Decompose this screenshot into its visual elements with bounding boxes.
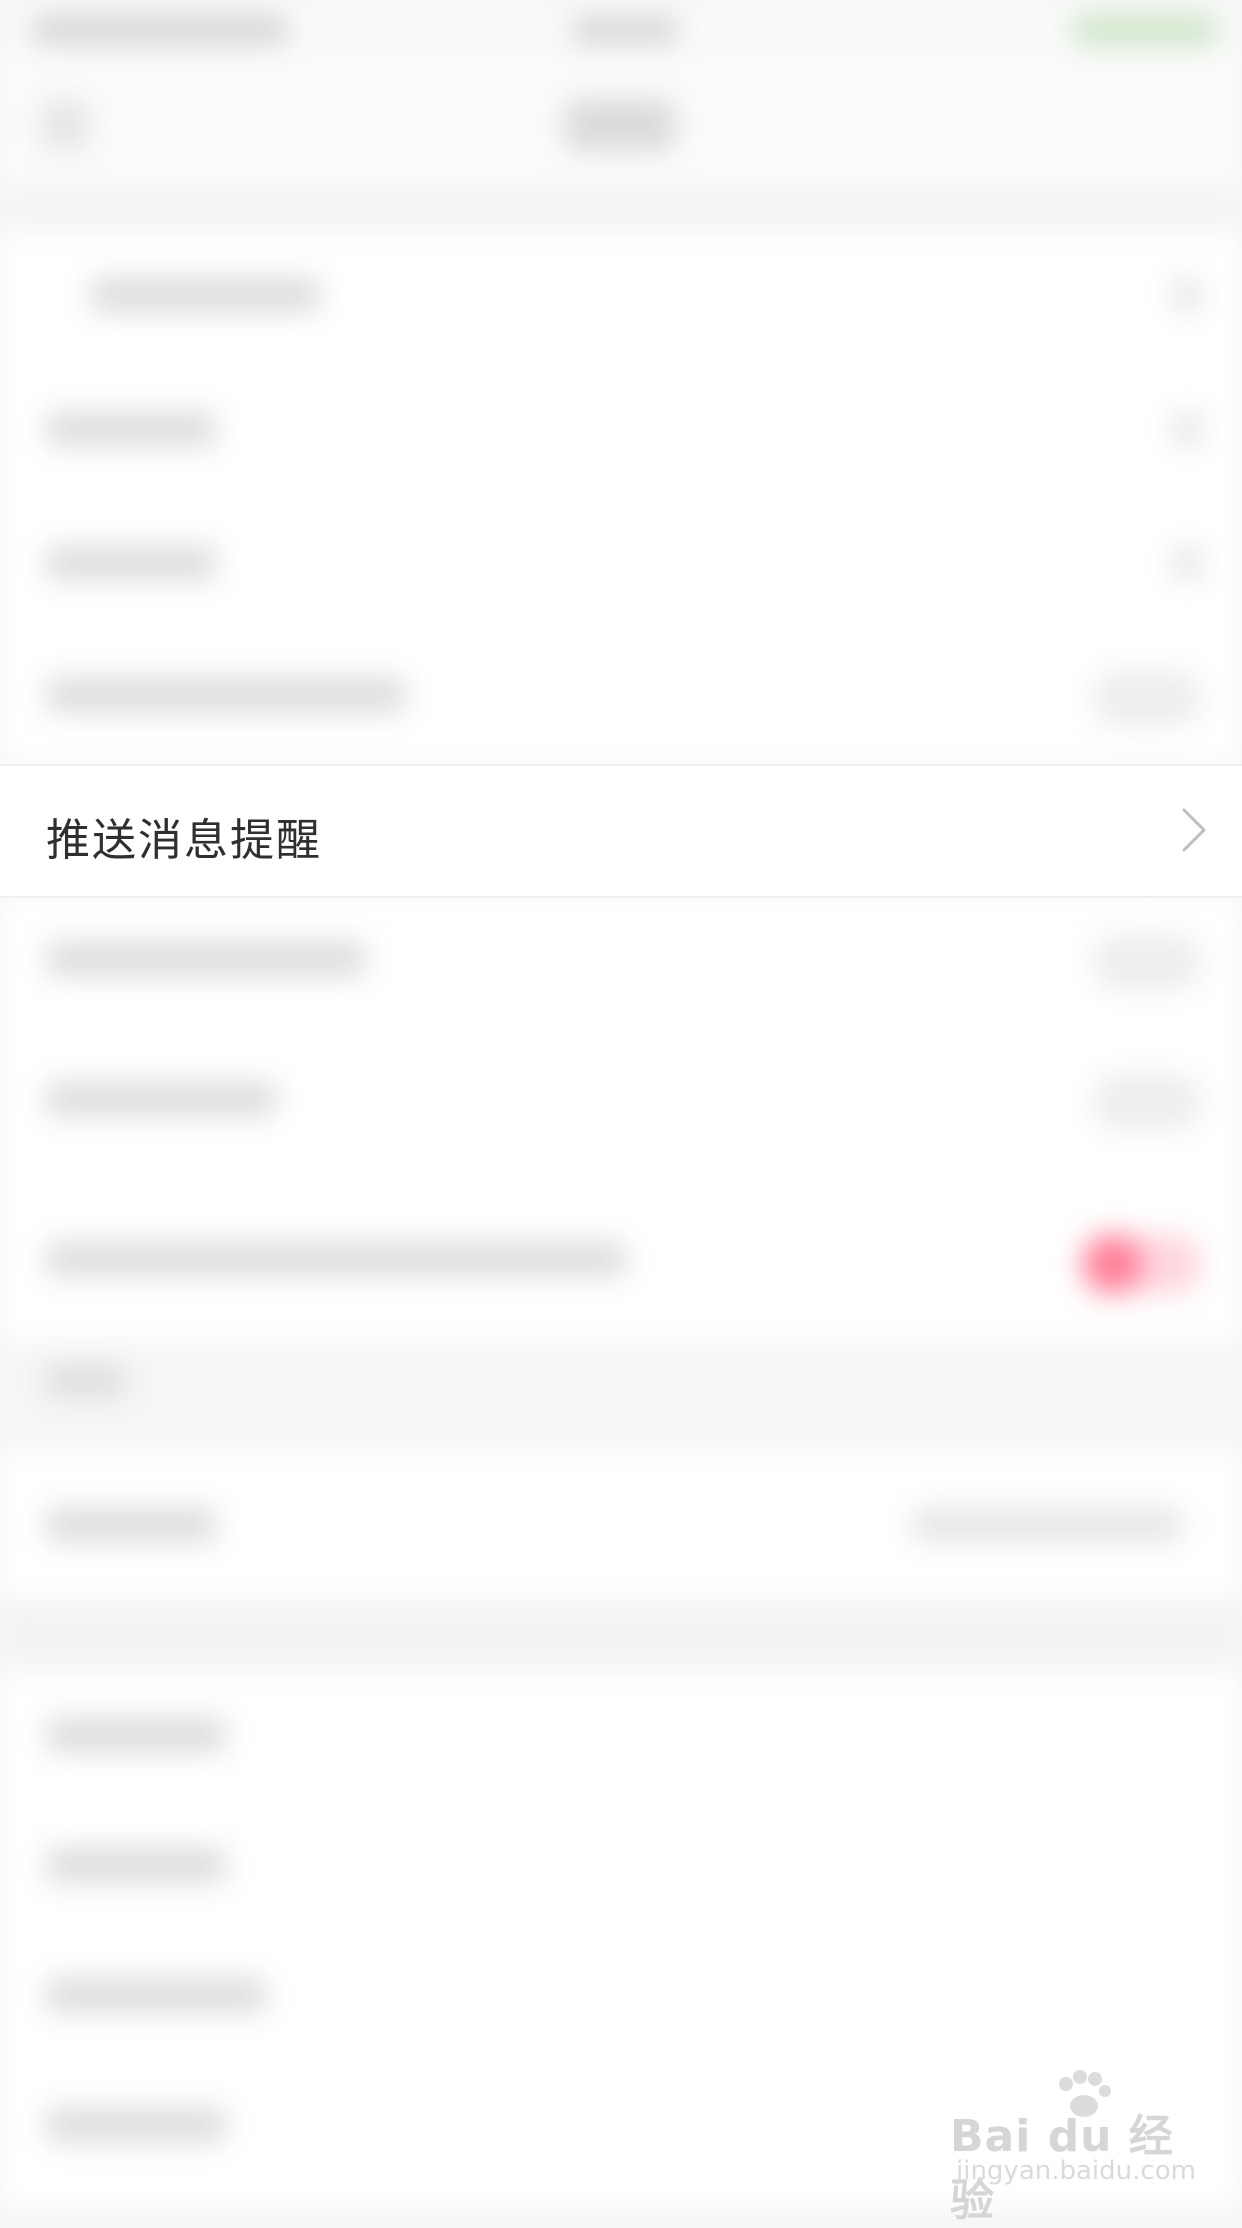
toggle-switch[interactable] — [1092, 670, 1202, 726]
row-label — [46, 2108, 226, 2142]
toggle-switch[interactable] — [1092, 934, 1202, 990]
settings-row[interactable] — [0, 230, 1242, 360]
status-left-info — [30, 16, 290, 44]
row-label — [46, 1508, 216, 1542]
row-value — [912, 1508, 1182, 1542]
settings-row[interactable] — [0, 1194, 1242, 1324]
settings-group-1 — [0, 230, 1242, 764]
chevron-right-icon — [1182, 808, 1206, 852]
watermark: Bai du 经验 jingyan.baidu.com — [950, 2070, 1210, 2226]
toggle-knob — [1082, 1234, 1142, 1294]
status-time — [570, 16, 680, 44]
row-label — [90, 278, 320, 312]
battery-icon — [1070, 14, 1220, 46]
settings-row[interactable] — [0, 1930, 1242, 2060]
section-gap — [0, 190, 1242, 230]
row-label — [46, 1848, 226, 1882]
section-caption — [46, 1366, 126, 1396]
settings-row[interactable] — [0, 364, 1242, 494]
chevron-right-icon — [1172, 278, 1202, 312]
row-label — [46, 546, 216, 580]
push-reminder-row[interactable]: 推送消息提醒 — [0, 764, 1242, 898]
page-title — [565, 100, 675, 150]
toggle-switch-on[interactable] — [1082, 1234, 1202, 1294]
chevron-right-icon — [1172, 412, 1202, 446]
settings-row[interactable] — [0, 1034, 1242, 1164]
watermark-url: jingyan.baidu.com — [956, 2156, 1196, 2186]
blurred-background — [0, 0, 1242, 2208]
settings-row[interactable] — [0, 894, 1242, 1024]
row-label — [46, 1978, 266, 2012]
navigation-bar — [0, 60, 1242, 191]
settings-row[interactable] — [0, 1670, 1242, 1800]
row-label — [46, 1242, 626, 1276]
row-label — [46, 1718, 226, 1752]
status-bar — [0, 0, 1242, 60]
section-gap — [0, 1600, 1242, 1670]
settings-row[interactable] — [0, 498, 1242, 628]
chevron-right-icon — [1172, 546, 1202, 580]
settings-group-3 — [0, 1450, 1242, 1600]
back-button[interactable] — [40, 100, 90, 150]
settings-row[interactable] — [0, 1800, 1242, 1930]
row-label — [46, 412, 216, 446]
toggle-switch[interactable] — [1092, 1074, 1202, 1130]
row-label — [46, 678, 406, 712]
push-reminder-label: 推送消息提醒 — [46, 815, 322, 866]
settings-row[interactable] — [0, 1460, 1242, 1590]
settings-row[interactable] — [0, 630, 1242, 760]
row-label — [46, 1082, 276, 1116]
row-label — [46, 942, 366, 976]
